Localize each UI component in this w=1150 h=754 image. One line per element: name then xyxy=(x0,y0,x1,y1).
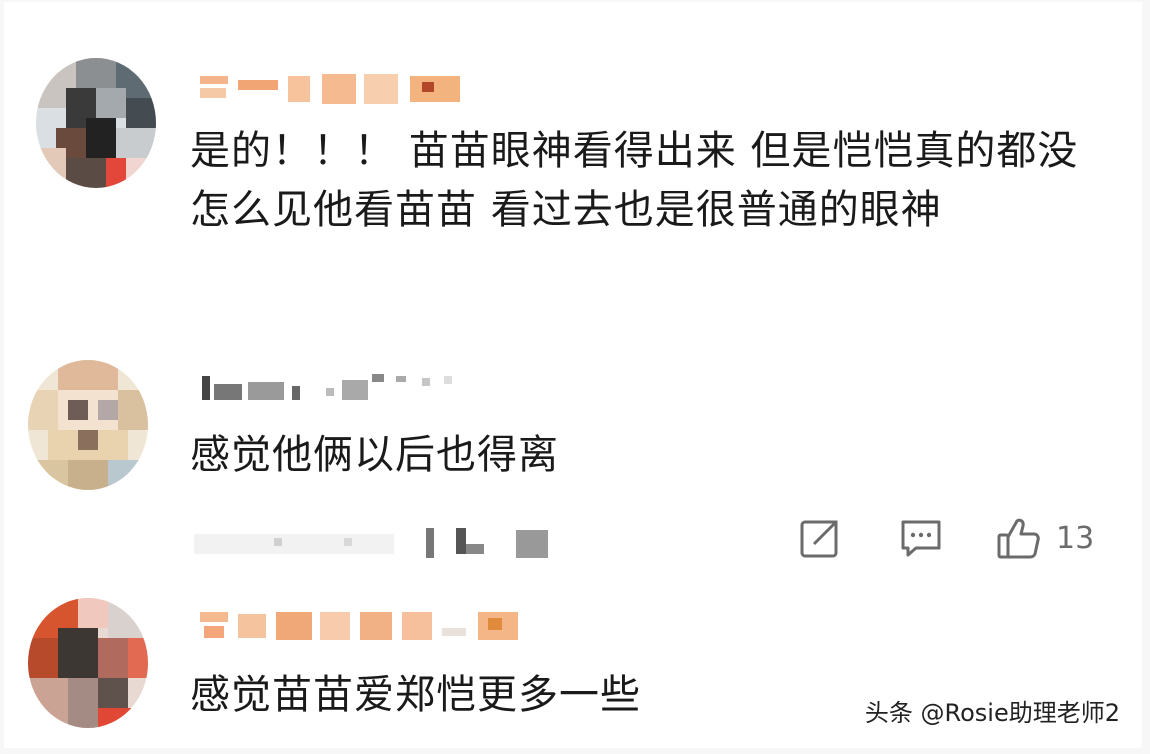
username-blurred[interactable] xyxy=(196,606,536,646)
comment-text: 是的！！！ 苗苗眼神看得出来 但是恺恺真的都没怎么见他看苗苗 看过去也是很普通的… xyxy=(190,128,1079,233)
avatar[interactable] xyxy=(36,58,156,188)
comment-list: 是的！！！ 苗苗眼神看得出来 但是恺恺真的都没怎么见他看苗苗 看过去也是很普通的… xyxy=(4,2,1142,748)
like-button[interactable]: 13 xyxy=(996,516,1094,560)
watermark: 头条 @Rosie助理老师2 xyxy=(864,699,1120,727)
comment-action-row: 13 xyxy=(190,516,1110,566)
username-blurred[interactable] xyxy=(196,368,476,408)
username-blurred[interactable] xyxy=(196,70,476,110)
comment-text: 感觉他俩以后也得离 xyxy=(190,432,559,478)
screenshot-page: 是的！！！ 苗苗眼神看得出来 但是恺恺真的都没怎么见他看苗苗 看过去也是很普通的… xyxy=(0,0,1150,754)
thumbs-up-icon xyxy=(997,518,1040,559)
share-icon xyxy=(800,520,838,558)
comment-button[interactable] xyxy=(898,516,944,560)
avatar[interactable] xyxy=(28,360,148,490)
timestamp-blurred xyxy=(194,520,554,564)
comment-icon xyxy=(901,520,941,557)
share-button[interactable] xyxy=(798,516,842,560)
avatar[interactable] xyxy=(28,598,148,728)
like-count: 13 xyxy=(1056,520,1095,556)
